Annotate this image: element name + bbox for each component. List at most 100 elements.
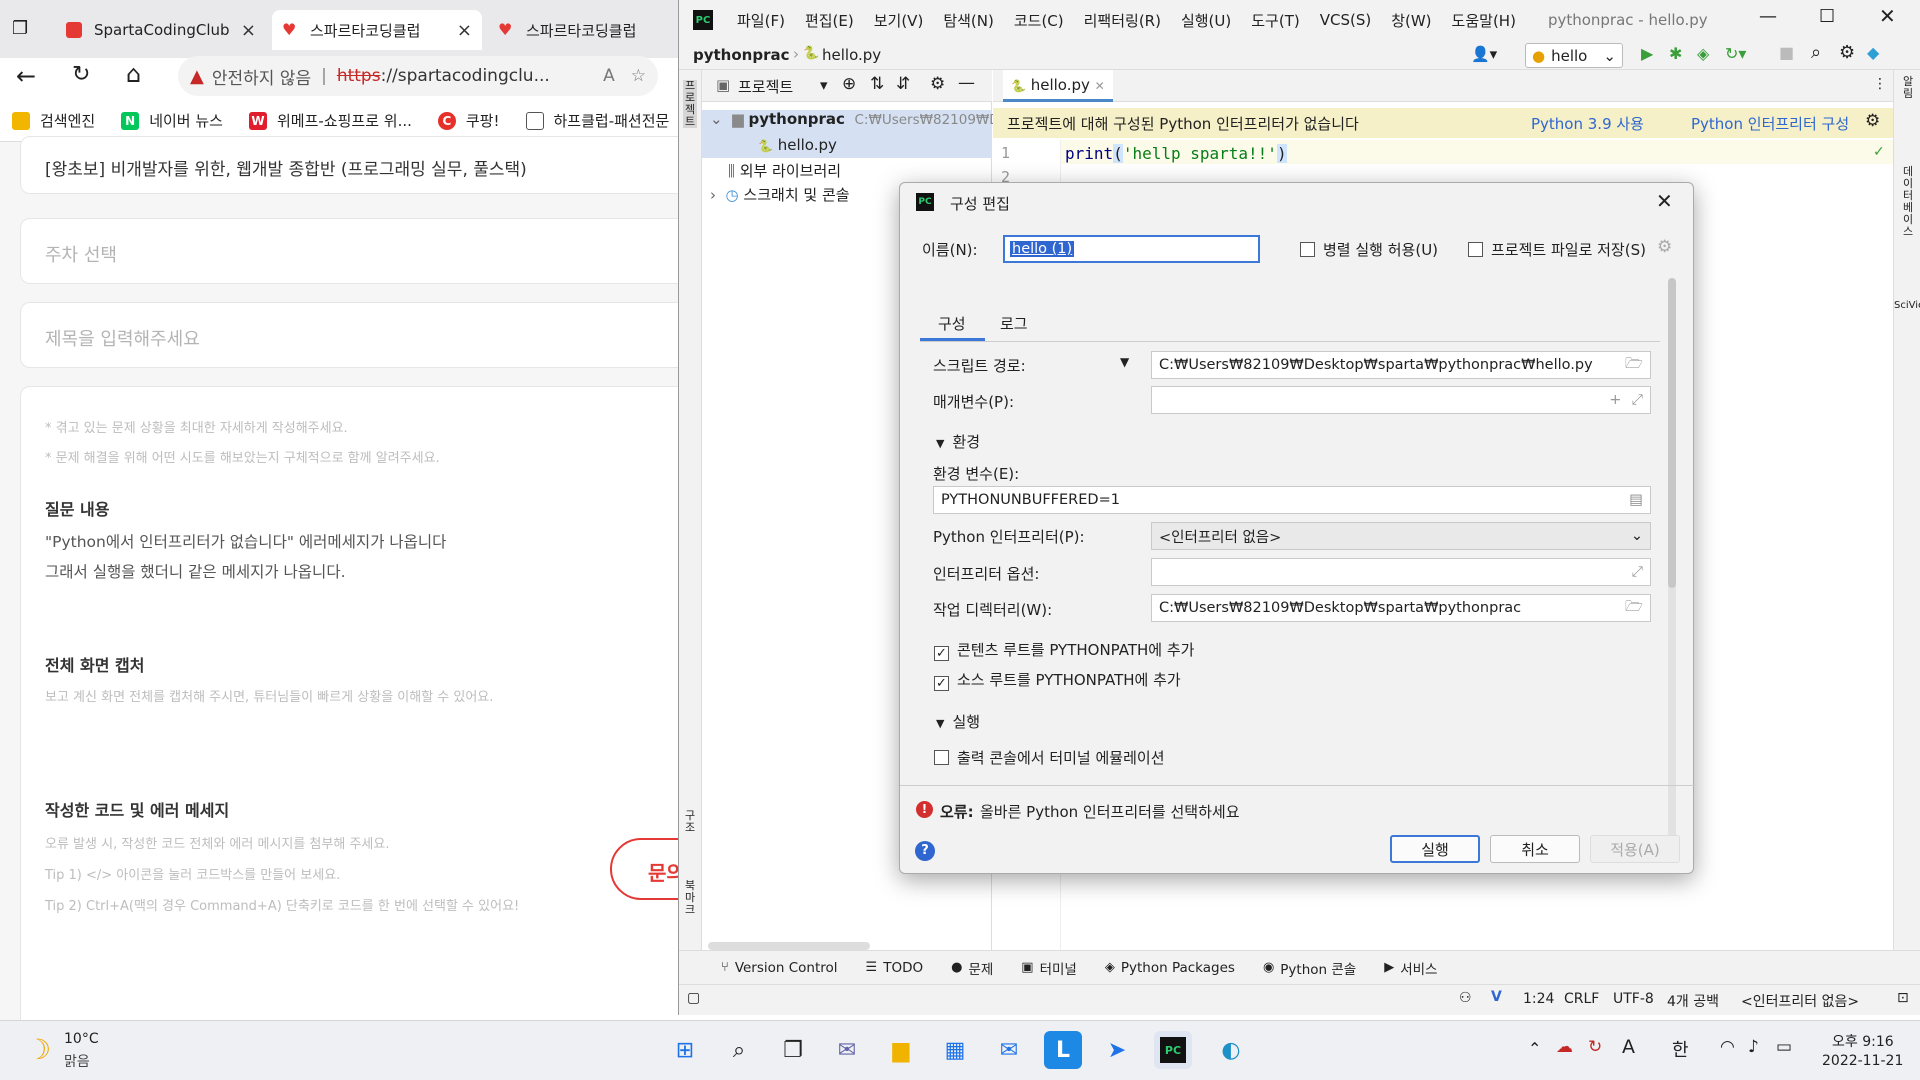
help-icon[interactable]: ? bbox=[915, 841, 935, 861]
moon-weather-icon[interactable]: ☽ bbox=[26, 1033, 51, 1066]
interpreter-status[interactable]: <인터프리터 없음> bbox=[1741, 991, 1859, 1011]
edge-icon[interactable]: ◐ bbox=[1212, 1031, 1250, 1069]
collapse-all-icon[interactable]: ⇵ bbox=[896, 74, 910, 94]
breadcrumb-project[interactable]: pythonprac bbox=[693, 46, 790, 64]
close-icon[interactable]: ✕ bbox=[1095, 79, 1105, 93]
close-icon[interactable]: × bbox=[457, 20, 472, 41]
volume-icon[interactable]: ♪ bbox=[1748, 1037, 1759, 1057]
notifications-tool-tab[interactable]: 알림 bbox=[1901, 76, 1915, 100]
run-button[interactable]: 실행 bbox=[1390, 835, 1480, 863]
weather-temp[interactable]: 10°C bbox=[64, 1031, 99, 1047]
expand-icon[interactable]: ⤢ bbox=[1631, 564, 1643, 580]
menu-run[interactable]: 실행(U) bbox=[1181, 10, 1231, 31]
back-icon[interactable]: ← bbox=[16, 62, 36, 90]
bookmark-folder[interactable]: 검색엔진 bbox=[12, 110, 95, 131]
use-python39-link[interactable]: Python 3.9 사용 bbox=[1531, 113, 1644, 134]
bookmark-halfclub[interactable]: 하프클럽-패션전문 bbox=[525, 110, 669, 131]
env-vars-input[interactable]: PYTHONUNBUFFERED=1 ▤ bbox=[933, 486, 1651, 514]
menu-code[interactable]: 코드(C) bbox=[1014, 10, 1064, 31]
browser-tab-2[interactable]: ♥ 스파르타코딩클럽 × bbox=[272, 10, 482, 50]
line-separator[interactable]: CRLF bbox=[1564, 991, 1599, 1007]
chevron-up-icon[interactable]: ⌃ bbox=[1528, 1039, 1541, 1058]
close-window-icon[interactable]: ✕ bbox=[1879, 4, 1896, 28]
run-section-toggle[interactable]: ▼ 실행 bbox=[936, 711, 980, 732]
menu-vcs[interactable]: VCS(S) bbox=[1320, 11, 1371, 29]
run-config-select[interactable]: ● hello ⌄ bbox=[1525, 43, 1623, 68]
ime-lang[interactable]: 한 bbox=[1672, 1036, 1689, 1062]
bookmark-wemakeprice[interactable]: W 위메프-쇼핑프로 위... bbox=[248, 110, 412, 131]
tool-services[interactable]: ▶ 서비스 bbox=[1384, 958, 1437, 978]
configure-interpreter-link[interactable]: Python 인터프리터 구성 bbox=[1691, 113, 1849, 134]
start-icon[interactable]: ⊞ bbox=[666, 1031, 704, 1069]
refresh-icon[interactable]: ↻ bbox=[72, 62, 90, 87]
breadcrumb-file[interactable]: hello.py bbox=[822, 46, 881, 64]
vertical-scrollbar[interactable] bbox=[1668, 278, 1676, 838]
edit-list-icon[interactable]: ▤ bbox=[1629, 492, 1643, 508]
folder-icon[interactable]: 🗁 bbox=[1625, 596, 1643, 621]
gear-icon[interactable]: ⚙ bbox=[930, 74, 945, 94]
chat-icon[interactable]: ✉ bbox=[828, 1031, 866, 1069]
store-icon[interactable]: ▦ bbox=[936, 1031, 974, 1069]
clock-time[interactable]: 오후 9:16 bbox=[1832, 1031, 1894, 1051]
hide-icon[interactable]: — bbox=[958, 73, 975, 93]
script-path-input[interactable]: C:₩Users₩82109₩Desktop₩sparta₩pythonprac… bbox=[1151, 351, 1651, 379]
tool-todo[interactable]: ☰ TODO bbox=[866, 960, 924, 976]
tool-problems[interactable]: ● 문제 bbox=[951, 958, 993, 978]
locate-icon[interactable]: ⊕ bbox=[842, 74, 856, 94]
tree-item-project[interactable]: ⌄ ▆ pythonprac C:₩Users₩82109₩Deskto bbox=[710, 110, 1036, 128]
browser-tab-3[interactable]: ♥ 스파르타코딩클럽 bbox=[488, 10, 680, 50]
name-input[interactable]: hello (1) bbox=[1003, 235, 1260, 263]
menu-file[interactable]: 파일(F) bbox=[737, 10, 785, 31]
plus-icon[interactable]: + bbox=[1609, 392, 1621, 408]
power-save-icon[interactable]: ⚇ bbox=[1459, 990, 1472, 1006]
indent-setting[interactable]: 4개 공백 bbox=[1667, 991, 1719, 1011]
browser-tab-1[interactable]: SpartaCodingClub × bbox=[56, 10, 266, 50]
params-input[interactable]: + ⤢ bbox=[1151, 386, 1651, 414]
coverage-icon[interactable]: ◈ bbox=[1697, 44, 1709, 63]
inquiry-button[interactable]: 문의 bbox=[610, 838, 680, 900]
maximize-icon[interactable]: ☐ bbox=[1819, 6, 1835, 27]
vcs-icon[interactable]: V bbox=[1491, 989, 1502, 1005]
chevron-down-icon[interactable]: ▼ bbox=[1120, 355, 1129, 369]
profile-icon[interactable]: ↻▾ bbox=[1725, 44, 1746, 63]
folder-icon[interactable]: 🗁 bbox=[1625, 353, 1643, 378]
file-encoding[interactable]: UTF-8 bbox=[1613, 991, 1654, 1007]
tool-terminal[interactable]: ▣ 터미널 bbox=[1021, 958, 1077, 978]
home-icon[interactable]: ⌂ bbox=[126, 60, 141, 88]
code-line[interactable]: print('hellp sparta!!') bbox=[1065, 144, 1287, 163]
gear-icon[interactable]: ⚙ bbox=[1839, 42, 1855, 63]
tab-configuration[interactable]: 구성 bbox=[938, 313, 966, 334]
search-icon[interactable]: ⌕ bbox=[720, 1031, 758, 1069]
bookmark-coupang[interactable]: C 쿠팡! bbox=[437, 110, 500, 131]
url-bar[interactable]: ▲ 안전하지 않음 | https ://spartacodingclu... … bbox=[178, 56, 658, 96]
interpreter-options-input[interactable]: ⤢ bbox=[1151, 558, 1651, 586]
user-icon[interactable]: 👤▾ bbox=[1471, 45, 1497, 63]
ime-mode[interactable]: A bbox=[1622, 1036, 1635, 1058]
tab-logs[interactable]: 로그 bbox=[1000, 313, 1028, 334]
close-icon[interactable]: ✕ bbox=[1656, 189, 1673, 213]
env-section-toggle[interactable]: ▼ 환경 bbox=[936, 431, 980, 452]
workdir-input[interactable]: C:₩Users₩82109₩Desktop₩sparta₩pythonprac… bbox=[1151, 594, 1651, 622]
tab-actions-icon[interactable]: ❐ bbox=[12, 18, 28, 39]
wifi-icon[interactable]: ◠ bbox=[1720, 1037, 1735, 1057]
menu-refactor[interactable]: 리팩터링(R) bbox=[1084, 10, 1161, 31]
favorite-star-icon[interactable]: ☆ bbox=[631, 66, 646, 86]
tree-item-libraries[interactable]: ⫼ 외부 라이브러리 bbox=[728, 160, 841, 181]
tool-python-console[interactable]: ◉ Python 콘솔 bbox=[1263, 958, 1356, 978]
project-tool-tab[interactable]: 프로젝트 bbox=[683, 80, 697, 128]
battery-icon[interactable]: ▭ bbox=[1776, 1037, 1792, 1057]
course-select[interactable]: [왕초보] 비개발자를 위한, 웹개발 종합반 (프로그래밍 실무, 풀스택) bbox=[20, 136, 680, 194]
tool-version-control[interactable]: ⑂ Version Control bbox=[721, 960, 838, 976]
close-icon[interactable]: × bbox=[241, 20, 256, 41]
menu-help[interactable]: 도움말(H) bbox=[1452, 10, 1516, 31]
cloud-error-icon[interactable]: ☁ bbox=[1556, 1037, 1573, 1057]
layout-icon[interactable]: ▢ bbox=[687, 990, 700, 1006]
sciview-tool-tab[interactable]: SciView bbox=[1894, 300, 1920, 311]
task-view-icon[interactable]: ❐ bbox=[774, 1031, 812, 1069]
gear-icon[interactable]: ⚙ bbox=[1865, 111, 1880, 131]
source-roots-checkbox[interactable]: ✓ 소스 루트를 PYTHONPATH에 추가 bbox=[934, 669, 1181, 691]
sync-icon[interactable]: ↻ bbox=[1588, 1037, 1602, 1057]
mail-icon[interactable]: ✉ bbox=[990, 1031, 1028, 1069]
more-vertical-icon[interactable]: ⋮ bbox=[1873, 76, 1887, 92]
database-tool-tab[interactable]: 데이터베이스 bbox=[1901, 166, 1915, 238]
